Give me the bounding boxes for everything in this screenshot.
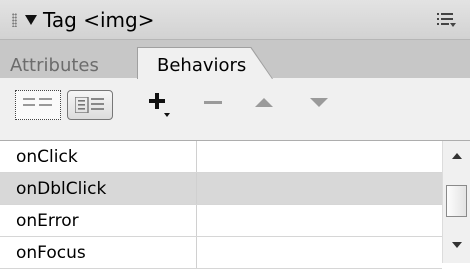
panel-title: Tag <img> (43, 8, 155, 32)
event-name: onClick (16, 147, 78, 167)
collapse-triangle-icon[interactable] (25, 15, 37, 25)
vertical-scrollbar[interactable] (442, 141, 470, 263)
event-action-cell[interactable] (196, 205, 443, 236)
scroll-down-arrow-icon[interactable] (451, 240, 463, 250)
event-name: onError (16, 211, 79, 231)
show-all-events-button[interactable] (67, 90, 113, 120)
tag-inspector-panel: Tag <img> Attributes Behaviors onClick o… (0, 0, 470, 269)
move-up-arrow-icon[interactable] (252, 87, 276, 121)
show-all-events-icon (75, 97, 104, 113)
event-action-cell[interactable] (196, 141, 443, 172)
event-name: onDblClick (16, 179, 107, 199)
show-set-events-icon (23, 98, 52, 106)
panel-options-menu-icon[interactable] (436, 10, 458, 30)
tab-attributes[interactable]: Attributes (10, 53, 99, 78)
move-down-arrow-icon[interactable] (307, 87, 331, 121)
panel-title-bar[interactable]: Tag <img> (0, 0, 470, 40)
behaviors-toolbar (0, 79, 470, 131)
scroll-up-arrow-icon[interactable] (451, 151, 463, 161)
events-list[interactable]: onClick onDblClick onError onFocus (0, 140, 470, 269)
scrollbar-thumb[interactable] (446, 185, 467, 217)
panel-grip-icon[interactable] (12, 13, 17, 27)
tab-behaviors-label[interactable]: Behaviors (157, 53, 246, 78)
list-item[interactable]: onClick (0, 141, 442, 173)
list-item[interactable]: onError (0, 205, 442, 237)
show-set-events-button[interactable] (15, 90, 61, 120)
event-name: onFocus (16, 243, 86, 263)
event-action-cell[interactable] (196, 237, 443, 268)
remove-behavior-minus-icon[interactable] (200, 87, 228, 121)
list-item[interactable]: onFocus (0, 237, 442, 269)
event-action-cell[interactable] (196, 173, 443, 204)
list-item-selected[interactable]: onDblClick (0, 173, 442, 205)
add-behavior-plus-icon[interactable] (146, 87, 180, 121)
